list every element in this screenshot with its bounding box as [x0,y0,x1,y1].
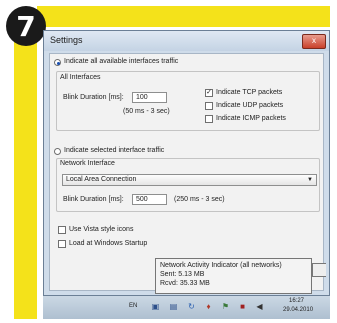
network-interface-group-label: Network Interface [60,160,115,167]
all-interfaces-group-label: All Interfaces [60,74,101,81]
udp-checkbox-label[interactable]: Indicate UDP packets [216,102,283,109]
close-button[interactable]: x [302,34,326,49]
udp-checkbox[interactable] [205,102,213,110]
taskbar: EN ▣ ▤ ↻ ♦ ⚑ ■ ◀ 16:27 29.04.2010 [43,296,330,319]
startup-label[interactable]: Load at Windows Startup [69,240,147,247]
security-icon[interactable]: ♦ [204,302,213,311]
clock-time[interactable]: 16:27 [289,298,304,304]
tray-tooltip: Network Activity Indicator (all networks… [155,258,312,294]
tooltip-received: Rcvd: 35.33 MB [160,280,210,287]
network-interface-select[interactable]: Local Area Connection ▼ [62,174,317,186]
vista-icons-label[interactable]: Use Vista style icons [69,226,133,233]
tooltip-sent: Sent: 5.13 MB [160,271,205,278]
monitor-icon[interactable]: ▤ [169,302,178,311]
selected-blink-duration-hint: (250 ms - 3 sec) [174,196,225,203]
window-title: Settings [50,35,83,45]
selected-interface-radio[interactable] [54,148,61,155]
step-number-badge: 7 [6,6,46,46]
all-interfaces-radio[interactable] [54,59,61,66]
selected-interface-radio-label[interactable]: Indicate selected interface traffic [64,147,164,154]
icmp-checkbox-label[interactable]: Indicate ICMP packets [216,115,286,122]
network-interface-value: Local Area Connection [66,176,137,183]
language-indicator[interactable]: EN [129,303,137,309]
blink-duration-input[interactable]: 100 [132,92,167,103]
startup-checkbox[interactable] [58,240,66,248]
volume-icon[interactable]: ◀ [255,302,264,311]
yellow-left-strip [14,30,37,319]
clock-date[interactable]: 29.04.2010 [283,307,313,313]
selected-blink-duration-label: Blink Duration [ms]: [63,196,124,203]
dialog-button[interactable] [312,263,326,277]
icmp-checkbox[interactable] [205,115,213,123]
network-icon[interactable]: ⚑ [221,302,230,311]
flag-icon[interactable]: ■ [238,302,247,311]
blink-duration-label: Blink Duration [ms]: [63,94,124,101]
vista-icons-checkbox[interactable] [58,226,66,234]
tcp-checkbox[interactable]: ✓ [205,89,213,97]
all-interfaces-radio-label[interactable]: Indicate all available interfaces traffi… [64,58,178,65]
settings-window: Settings x Indicate all available interf… [43,30,330,296]
selected-blink-duration-input[interactable]: 500 [132,194,167,205]
title-bar[interactable]: Settings x [44,31,329,51]
tooltip-title: Network Activity Indicator (all networks… [160,262,282,269]
close-icon: x [312,36,316,45]
dropdown-arrow-icon: ▼ [307,177,313,183]
network-monitor-icon[interactable]: ▣ [151,302,160,311]
settings-content: Indicate all available interfaces traffi… [49,53,324,291]
sync-icon[interactable]: ↻ [187,302,196,311]
yellow-top-strip [37,6,330,27]
tcp-checkbox-label[interactable]: Indicate TCP packets [216,89,282,96]
blink-duration-hint: (50 ms - 3 sec) [123,108,170,115]
